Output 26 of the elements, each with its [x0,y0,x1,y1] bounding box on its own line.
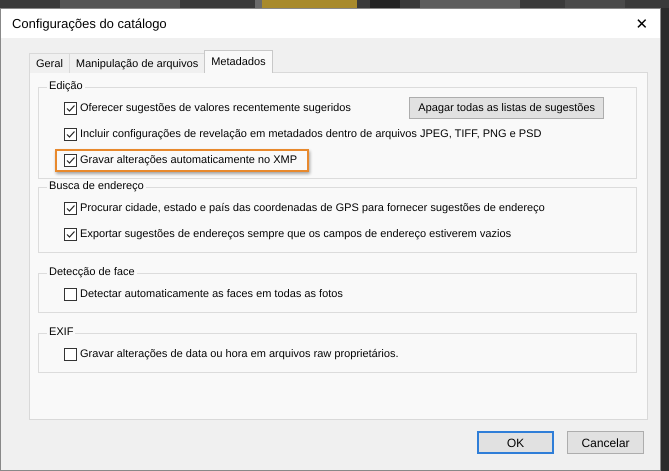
checkbox-label[interactable]: Procurar cidade, estado e país das coordenadas de GPS para fornecer sugestões de endereço [80,202,545,214]
checkbox[interactable] [64,228,77,240]
dialog-button[interactable]: OK [477,431,554,454]
checkbox[interactable] [64,202,77,214]
checkbox[interactable] [64,288,77,300]
group-title: Detecção de face [47,266,137,278]
window-title: Configurações do catálogo [12,16,168,31]
checkbox[interactable] [64,154,77,166]
checkbox-label[interactable]: Gravar alterações de data ou hora em arquivos raw proprietários. [80,348,399,360]
checkbox-label[interactable]: Gravar alterações automaticamente no XMP [80,154,298,166]
group-title: Busca de endereço [47,180,146,192]
tab[interactable]: Manipulação de arquivos [68,53,206,73]
checkbox[interactable] [64,102,77,114]
checkbox-label[interactable]: Incluir configurações de revelação em metadados dentro de arquivos JPEG, TIFF, PNG e PSD [80,128,542,140]
tab[interactable]: Geral [29,53,70,73]
checkbox[interactable] [64,348,77,360]
clear-suggestions-button[interactable]: Apagar todas as listas de sugestões [409,97,604,119]
group-title: EXIF [47,326,76,338]
checkbox-label[interactable]: Oferecer sugestões de valores recentemente sugeridos [80,102,351,114]
group-title: Edição [47,80,85,92]
dialog-button[interactable]: Cancelar [567,431,644,454]
checkbox-label[interactable]: Detectar automaticamente as faces em todas as fotos [80,288,343,300]
close-button[interactable]: ✕ [624,14,660,32]
checkbox-label[interactable]: Exportar sugestões de endereços sempre que os campos de endereço estiverem vazios [80,228,512,240]
tab[interactable]: Metadados [204,50,273,73]
checkbox[interactable] [64,128,77,140]
